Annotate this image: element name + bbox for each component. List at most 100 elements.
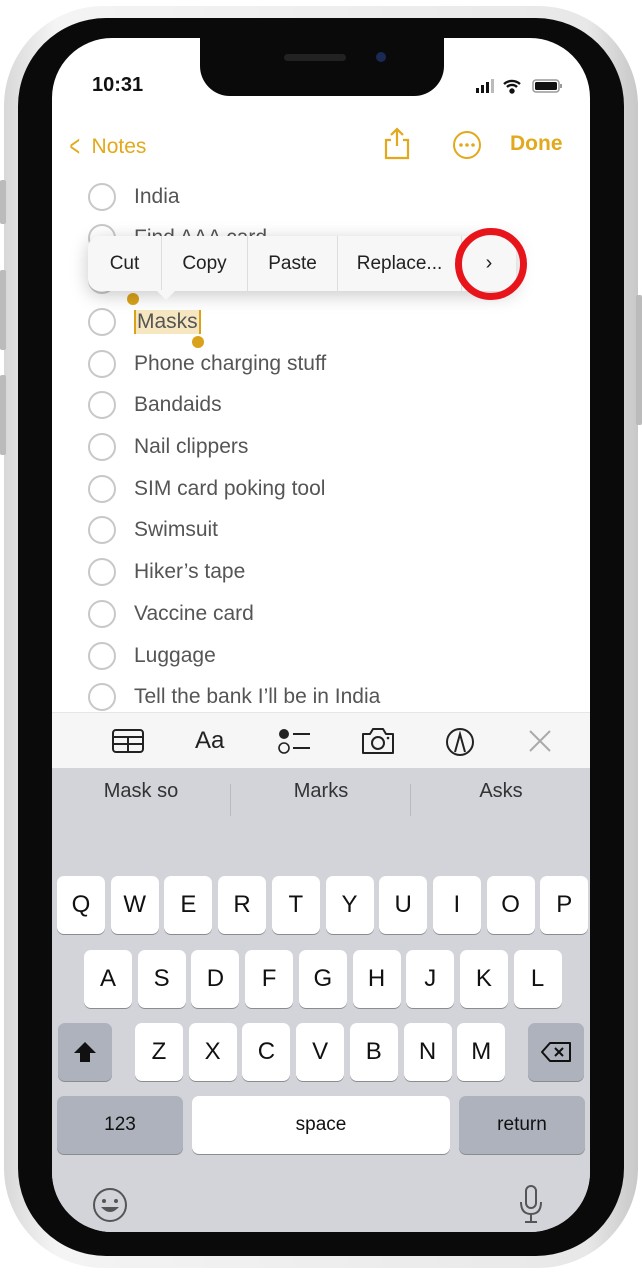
item-text: India xyxy=(134,185,180,208)
checkbox[interactable] xyxy=(88,600,116,628)
backspace-icon xyxy=(541,1042,571,1062)
key-c[interactable]: C xyxy=(242,1023,291,1081)
status-time: 10:31 xyxy=(92,74,144,96)
key-o[interactable]: O xyxy=(486,876,535,934)
selection-handle-start[interactable] xyxy=(127,293,139,305)
more-icon[interactable] xyxy=(452,130,482,160)
checkbox[interactable] xyxy=(88,308,116,336)
key-y[interactable]: Y xyxy=(325,876,374,934)
key-x[interactable]: X xyxy=(188,1023,237,1081)
checkbox[interactable] xyxy=(88,433,116,461)
list-item[interactable]: Swimsuit xyxy=(88,510,218,550)
key-j[interactable]: J xyxy=(406,950,455,1008)
key-v[interactable]: V xyxy=(296,1023,345,1081)
numbers-key[interactable]: 123 xyxy=(57,1096,183,1154)
key-p[interactable]: P xyxy=(540,876,589,934)
item-text: Luggage xyxy=(134,644,216,667)
key-h[interactable]: H xyxy=(352,950,401,1008)
item-text: Tell the bank I’ll be in India xyxy=(134,685,381,708)
key-u[interactable]: U xyxy=(379,876,428,934)
key-n[interactable]: N xyxy=(403,1023,452,1081)
done-button[interactable]: Done xyxy=(510,132,563,156)
notch xyxy=(200,38,444,96)
checkbox[interactable] xyxy=(88,558,116,586)
return-key[interactable]: return xyxy=(459,1096,585,1154)
list-item[interactable]: Vaccine card xyxy=(88,594,254,634)
checkbox[interactable] xyxy=(88,516,116,544)
list-item[interactable]: Luggage xyxy=(88,636,216,676)
key-l[interactable]: L xyxy=(513,950,562,1008)
checkbox[interactable] xyxy=(88,391,116,419)
table-icon[interactable] xyxy=(111,728,145,754)
text-format-icon[interactable]: Aa xyxy=(195,727,224,755)
key-m[interactable]: M xyxy=(457,1023,506,1081)
key-d[interactable]: D xyxy=(191,950,240,1008)
selected-text[interactable]: Masks xyxy=(134,310,201,334)
key-i[interactable]: I xyxy=(432,876,481,934)
markup-icon[interactable] xyxy=(444,726,476,758)
shift-icon xyxy=(74,1042,96,1062)
battery-icon xyxy=(532,79,562,93)
back-button[interactable]: < Notes xyxy=(66,130,147,164)
emoji-icon[interactable] xyxy=(92,1187,128,1223)
delete-key[interactable] xyxy=(528,1023,584,1081)
space-key[interactable]: space xyxy=(192,1096,450,1154)
chevron-left-icon: < xyxy=(69,130,81,163)
list-item[interactable]: SIM card poking tool xyxy=(88,469,325,509)
key-b[interactable]: B xyxy=(349,1023,398,1081)
checkbox[interactable] xyxy=(88,642,116,670)
key-k[interactable]: K xyxy=(459,950,508,1008)
item-text: Phone charging stuff xyxy=(134,352,327,375)
key-q[interactable]: Q xyxy=(57,876,105,934)
list-item[interactable]: Hiker’s tape xyxy=(88,552,245,592)
close-icon[interactable] xyxy=(528,729,552,753)
format-toolbar: Aa xyxy=(52,712,590,768)
paste-button[interactable]: Paste xyxy=(248,236,338,291)
volume-up-button xyxy=(0,270,6,350)
suggestion[interactable]: Mask so xyxy=(52,780,230,803)
keyboard: Mask so Marks Asks QWERTYUIOP ASDFGHJKL … xyxy=(52,768,590,1232)
key-r[interactable]: R xyxy=(218,876,267,934)
signal-icon xyxy=(476,79,494,93)
list-item[interactable]: Nail clippers xyxy=(88,427,248,467)
list-item[interactable]: Tell the bank I’ll be in India xyxy=(88,677,380,717)
list-item[interactable]: India xyxy=(88,177,180,217)
key-a[interactable]: A xyxy=(84,950,132,1008)
shift-key[interactable] xyxy=(58,1023,112,1081)
back-label: Notes xyxy=(91,135,147,158)
screen: 10:31 < Notes Done India Find AAA card M… xyxy=(52,38,590,1232)
checklist-icon[interactable] xyxy=(278,727,312,755)
cut-button[interactable]: Cut xyxy=(88,236,162,291)
key-w[interactable]: W xyxy=(110,876,159,934)
key-f[interactable]: F xyxy=(245,950,294,1008)
checkbox[interactable] xyxy=(88,350,116,378)
item-text: Bandaids xyxy=(134,393,222,416)
key-s[interactable]: S xyxy=(137,950,186,1008)
highlight-circle xyxy=(455,228,527,300)
suggestion[interactable]: Asks xyxy=(412,780,590,803)
share-icon[interactable] xyxy=(382,126,412,160)
replace-button[interactable]: Replace... xyxy=(338,236,462,291)
menu-pointer xyxy=(156,290,176,300)
microphone-icon[interactable] xyxy=(518,1184,544,1224)
checkbox[interactable] xyxy=(88,683,116,711)
item-text: Swimsuit xyxy=(134,518,219,541)
status-icons xyxy=(476,79,562,94)
item-text: Nail clippers xyxy=(134,435,249,458)
side-button xyxy=(636,295,642,425)
key-e[interactable]: E xyxy=(164,876,213,934)
key-g[interactable]: G xyxy=(298,950,347,1008)
suggestion[interactable]: Marks xyxy=(232,780,410,803)
item-text: Hiker’s tape xyxy=(134,560,246,583)
wifi-icon xyxy=(503,79,521,94)
checkbox[interactable] xyxy=(88,475,116,503)
camera-icon[interactable] xyxy=(360,726,396,756)
checkbox[interactable] xyxy=(88,183,116,211)
edit-menu: Cut Copy Paste Replace... › xyxy=(88,236,516,291)
list-item[interactable]: Bandaids xyxy=(88,385,222,425)
key-z[interactable]: Z xyxy=(135,1023,183,1081)
copy-button[interactable]: Copy xyxy=(162,236,248,291)
key-t[interactable]: T xyxy=(271,876,320,934)
list-item[interactable]: Masks xyxy=(88,302,201,342)
list-item[interactable]: Phone charging stuff xyxy=(88,344,326,384)
